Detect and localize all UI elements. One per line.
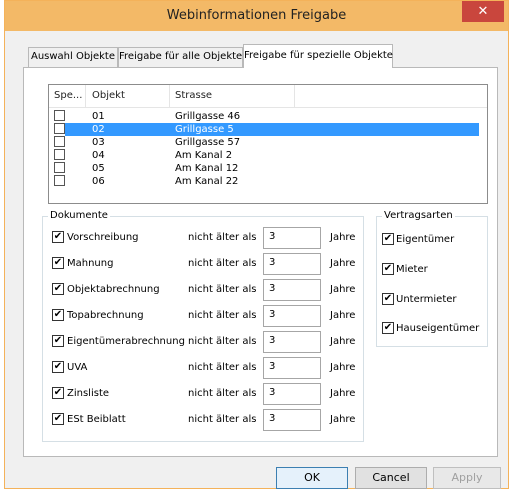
age-label: nicht älter als — [188, 232, 257, 243]
age-label: nicht älter als — [188, 258, 257, 269]
unit-label: Jahre — [330, 310, 356, 321]
tab-label: Freigabe für spezielle Objekte — [244, 50, 393, 61]
cell-strasse: Am Kanal 12 — [175, 163, 239, 174]
cell-strasse: Grillgasse 57 — [175, 137, 241, 148]
tab-freigabe-alle-objekte[interactable]: Freigabe für alle Objekte — [118, 47, 243, 67]
cell-strasse: Grillgasse 46 — [175, 111, 241, 122]
cell-objekt: 04 — [92, 150, 105, 161]
age-label: nicht älter als — [188, 388, 257, 399]
age-label: nicht älter als — [188, 414, 257, 425]
cell-objekt: 03 — [92, 137, 105, 148]
years-input-objektabrechnung[interactable]: 3 — [263, 279, 321, 301]
checkbox-objektabrechnung[interactable]: ✔ — [52, 283, 64, 295]
row-checkbox[interactable] — [54, 110, 65, 121]
years-input-uva[interactable]: 3 — [263, 357, 321, 379]
checkbox-eigentuemerabrechnung[interactable]: ✔ — [52, 335, 64, 347]
label-mieter: Mieter — [396, 264, 428, 275]
unit-label: Jahre — [330, 232, 356, 243]
label-hauseigentuemer: Hauseigentümer — [396, 323, 480, 334]
unit-label: Jahre — [330, 362, 356, 373]
age-label: nicht älter als — [188, 310, 257, 321]
checkbox-topabrechnung[interactable]: ✔ — [52, 309, 64, 321]
ok-button[interactable]: OK — [276, 467, 348, 489]
cancel-button[interactable]: Cancel — [355, 467, 427, 489]
column-header-spe[interactable]: Spe... — [54, 90, 82, 101]
tab-freigabe-spezielle-objekte[interactable]: Freigabe für spezielle Objekte — [243, 44, 393, 68]
years-input-mahnung[interactable]: 3 — [263, 253, 321, 275]
list-header: Spe... Objekt Strasse — [49, 85, 487, 108]
row-checkbox[interactable] — [54, 162, 65, 173]
unit-label: Jahre — [330, 258, 356, 269]
years-input-est-beiblatt[interactable]: 3 — [263, 409, 321, 431]
list-item[interactable]: 06 Am Kanal 22 — [49, 175, 487, 188]
checkbox-eigentuemer[interactable]: ✔ — [382, 233, 394, 245]
list-item[interactable]: 04 Am Kanal 2 — [49, 149, 487, 162]
close-button[interactable]: ✕ — [462, 1, 504, 22]
apply-button[interactable]: Apply — [433, 467, 501, 489]
label-mahnung: Mahnung — [67, 258, 114, 269]
label-uva: UVA — [67, 362, 88, 373]
unit-label: Jahre — [330, 414, 356, 425]
list-item[interactable]: 03 Grillgasse 57 — [49, 136, 487, 149]
tab-auswahl-objekte[interactable]: Auswahl Objekte — [28, 47, 118, 67]
years-input-vorschreibung[interactable]: 3 — [263, 227, 321, 249]
unit-label: Jahre — [330, 284, 356, 295]
years-input-topabrechnung[interactable]: 3 — [263, 305, 321, 327]
age-label: nicht älter als — [188, 284, 257, 295]
cell-objekt: 02 — [92, 124, 105, 135]
list-item[interactable]: 01 Grillgasse 46 — [49, 110, 487, 123]
checkbox-vorschreibung[interactable]: ✔ — [52, 231, 64, 243]
tab-label: Auswahl Objekte — [30, 51, 115, 62]
label-zinsliste: Zinsliste — [67, 388, 110, 399]
list-item-selected[interactable]: 02 Grillgasse 5 — [49, 123, 487, 136]
cell-strasse: Am Kanal 22 — [175, 176, 239, 187]
window-title: Webinformationen Freigabe — [166, 8, 347, 23]
label-est-beiblatt: ESt Beiblatt — [67, 414, 126, 425]
list-item[interactable]: 05 Am Kanal 12 — [49, 162, 487, 175]
row-checkbox[interactable] — [54, 123, 65, 134]
label-vorschreibung: Vorschreibung — [67, 232, 139, 243]
label-eigentuemer: Eigentümer — [396, 234, 455, 245]
title-bar[interactable]: Webinformationen Freigabe ✕ — [5, 1, 508, 31]
checkbox-uva[interactable]: ✔ — [52, 361, 64, 373]
unit-label: Jahre — [330, 336, 356, 347]
vertragsarten-group-title: Vertragsarten — [382, 210, 455, 222]
cell-strasse: Am Kanal 2 — [175, 150, 233, 161]
checkbox-hauseigentuemer[interactable]: ✔ — [382, 322, 394, 334]
age-label: nicht älter als — [188, 362, 257, 373]
label-objektabrechnung: Objektabrechnung — [67, 284, 160, 295]
column-header-objekt[interactable]: Objekt — [92, 90, 125, 101]
age-label: nicht älter als — [188, 336, 257, 347]
row-checkbox[interactable] — [54, 149, 65, 160]
checkbox-untermieter[interactable]: ✔ — [382, 293, 394, 305]
label-topabrechnung: Topabrechnung — [67, 310, 144, 321]
cell-objekt: 06 — [92, 176, 105, 187]
row-checkbox[interactable] — [54, 136, 65, 147]
checkbox-mahnung[interactable]: ✔ — [52, 257, 64, 269]
column-header-strasse[interactable]: Strasse — [175, 90, 212, 101]
cell-objekt: 01 — [92, 111, 105, 122]
label-untermieter: Untermieter — [396, 294, 457, 305]
cell-strasse: Grillgasse 5 — [175, 124, 234, 135]
cell-objekt: 05 — [92, 163, 105, 174]
checkbox-zinsliste[interactable]: ✔ — [52, 387, 64, 399]
unit-label: Jahre — [330, 388, 356, 399]
checkbox-mieter[interactable]: ✔ — [382, 263, 394, 275]
checkbox-est-beiblatt[interactable]: ✔ — [52, 413, 64, 425]
objects-listview[interactable]: Spe... Objekt Strasse 01 Grillgasse 46 0… — [48, 84, 488, 204]
tab-label: Freigabe für alle Objekte — [119, 51, 243, 62]
close-icon: ✕ — [477, 4, 489, 19]
dokumente-group-title: Dokumente — [48, 210, 110, 222]
label-eigentuemerabrechnung: Eigentümerabrechnung — [67, 336, 185, 347]
years-input-zinsliste[interactable]: 3 — [263, 383, 321, 405]
years-input-eigentuemerabrechnung[interactable]: 3 — [263, 331, 321, 353]
row-checkbox[interactable] — [54, 175, 65, 186]
